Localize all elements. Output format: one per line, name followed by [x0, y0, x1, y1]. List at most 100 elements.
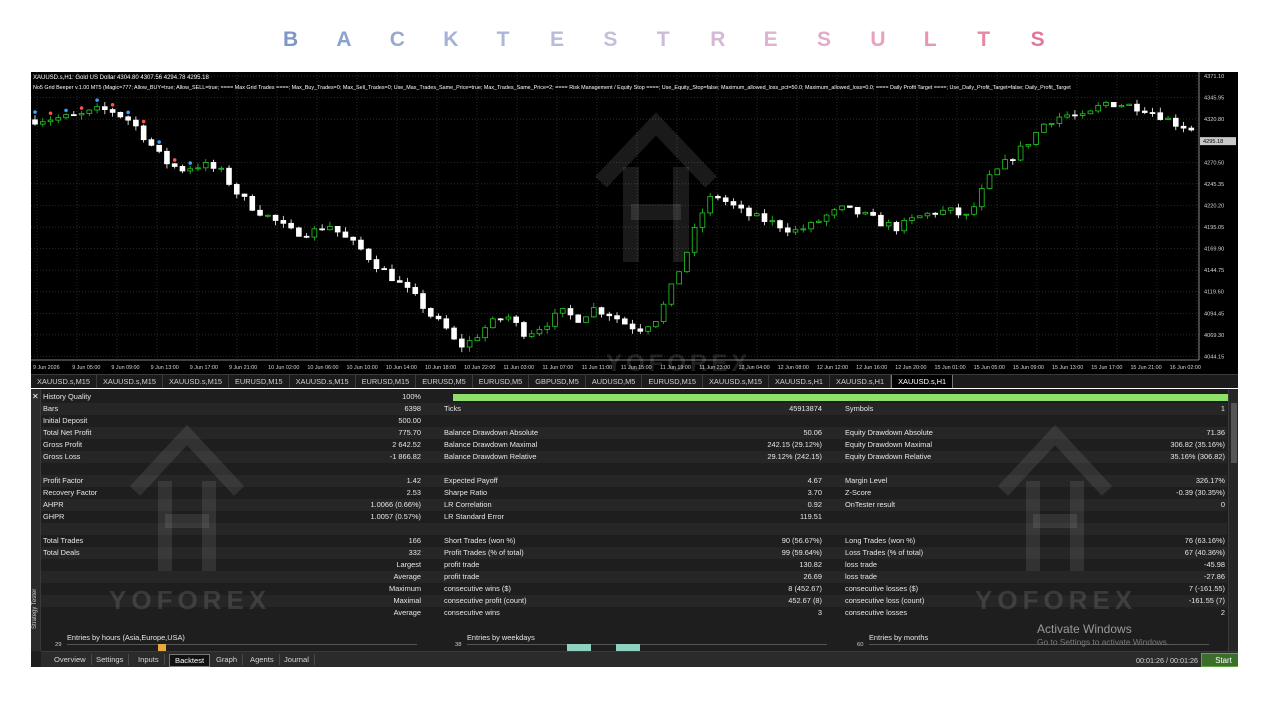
trade-marker: [172, 158, 177, 162]
stat-label: Total Net Profit: [43, 428, 92, 437]
trade-marker: [110, 103, 115, 107]
candle-body: [164, 150, 170, 165]
tester-tab-settings[interactable]: Settings: [91, 654, 130, 665]
tester-watermark-left: YOFOREX: [109, 585, 272, 615]
chart-tab[interactable]: EURUSD,M5: [416, 375, 473, 388]
tester-tab-inputs[interactable]: Inputs: [133, 654, 165, 665]
close-icon[interactable]: ✕: [32, 392, 39, 401]
chart-tab[interactable]: XAUUSD.s,H1: [769, 375, 831, 388]
candle-body: [497, 318, 504, 321]
stat-label: Equity Drawdown Maximal: [845, 440, 933, 449]
candle-body: [1149, 112, 1156, 114]
candle-body: [319, 228, 325, 231]
chart-tab[interactable]: EURUSD,M15: [356, 375, 417, 388]
chart-tab[interactable]: XAUUSD.s,M15: [97, 375, 163, 388]
ea-parameters-line: No5 Grid Beeper v.1.00 MT5 (Magic=777; A…: [33, 85, 1071, 91]
stat-label: OnTester result: [845, 500, 896, 509]
candle-body: [133, 119, 139, 127]
stat-label: Initial Deposit: [43, 416, 88, 425]
candle-body: [505, 316, 512, 320]
activate-windows-title: Activate Windows: [1037, 622, 1132, 636]
stat-label: Sharpe Ratio: [444, 488, 488, 497]
tester-tab-overview[interactable]: Overview: [49, 654, 92, 665]
stat-value: 166: [408, 536, 421, 545]
price-axis-label: 4094.45: [1204, 311, 1224, 317]
stats-row: History Quality 100%: [41, 391, 1236, 403]
candle-body: [1172, 117, 1179, 127]
start-button[interactable]: Start: [1201, 653, 1238, 667]
chart-tab[interactable]: EURUSD,M15: [229, 375, 290, 388]
tester-tab-graph[interactable]: Graph: [211, 654, 244, 665]
candle-body: [606, 313, 613, 317]
chart-tab[interactable]: XAUUSD.s,M15: [31, 375, 97, 388]
candle-body: [288, 222, 294, 229]
candle-body: [94, 106, 100, 111]
chart-tab[interactable]: GBPUSD,M5: [529, 375, 586, 388]
chart-tab[interactable]: EURUSD,M5: [473, 375, 530, 388]
results-scrollbar[interactable]: [1228, 389, 1238, 651]
tester-tab-bar: Journal Agents Graph Backtest Inputs Settings…: [41, 651, 1238, 667]
banner-letter: T: [656, 28, 670, 51]
candle-body: [893, 222, 900, 232]
banner-letter: E: [550, 28, 565, 51]
stat-label: Expected Payoff: [444, 476, 498, 485]
stat-value: Largest: [396, 560, 421, 569]
candle-body: [210, 161, 217, 169]
price-axis-label: 4119.60: [1204, 290, 1224, 296]
stat-value: 119.51: [799, 512, 822, 521]
candle-body: [474, 337, 481, 342]
candle-body: [722, 197, 729, 202]
candle-body: [660, 303, 667, 322]
candle-body: [32, 119, 38, 125]
tester-tab-backtest[interactable]: Backtest: [169, 654, 211, 667]
candle-body: [427, 308, 434, 317]
candle-body: [932, 212, 939, 215]
stat-label: Equity Drawdown Absolute: [845, 428, 933, 437]
chart-tab[interactable]: XAUUSD.s,H1: [891, 375, 954, 388]
candle-body: [1033, 131, 1039, 145]
candle-body: [1141, 110, 1148, 113]
candle-body: [342, 231, 349, 238]
chart-tab[interactable]: XAUUSD.s,M15: [163, 375, 229, 388]
tester-tab-agents[interactable]: Agents: [245, 654, 280, 665]
candle-body: [148, 139, 155, 146]
stat-value: 1.0066 (0.66%): [370, 500, 421, 509]
candle-body: [854, 206, 861, 215]
candle-body: [1180, 125, 1187, 129]
banner-letter: A: [336, 28, 352, 51]
candle-body: [986, 174, 993, 189]
stat-label: Loss Trades (% of total): [845, 548, 924, 557]
chart-tab[interactable]: EURUSD,M15: [642, 375, 703, 388]
stat-value: 100%: [402, 392, 421, 401]
history-quality-bar: [453, 394, 1236, 401]
chart-tab[interactable]: XAUUSD.s,M15: [290, 375, 356, 388]
candle-body: [39, 121, 46, 125]
candle-body: [598, 307, 605, 315]
candle-body: [327, 225, 333, 231]
tester-watermark-right: YOFOREX: [975, 585, 1138, 615]
chart-tab[interactable]: AUDUSD,M5: [586, 375, 643, 388]
candle-body: [389, 268, 395, 282]
banner-letter: C: [389, 28, 405, 51]
chart-tab[interactable]: XAUUSD.s,H1: [830, 375, 892, 388]
candle-body: [358, 239, 364, 250]
stat-label: Profit Trades (% of total): [444, 548, 524, 557]
tester-tab-journal[interactable]: Journal: [279, 654, 315, 665]
stat-label: Gross Profit: [43, 440, 83, 449]
candle-body: [1188, 127, 1195, 131]
candle-body: [102, 106, 108, 110]
candle-body: [125, 116, 131, 121]
candle-body: [746, 207, 752, 217]
candle-body: [808, 222, 814, 230]
time-axis-label: 12 Jun 16:00: [856, 365, 887, 371]
stat-label: Bars: [43, 404, 59, 413]
time-axis-label: 9 Jun 13:00: [151, 365, 179, 371]
stat-label: AHPR: [43, 500, 64, 509]
stat-value: 130.82: [799, 560, 822, 569]
candle-body: [924, 212, 931, 217]
stat-label: profit trade: [444, 572, 480, 581]
chart-tab[interactable]: XAUUSD.s,M15: [703, 375, 769, 388]
candle-body: [1103, 102, 1109, 106]
candle-body: [249, 196, 256, 211]
price-chart-window[interactable]: 4371.10 4345.95 4320.80 4270.50 4245.35 4220.…: [31, 72, 1238, 374]
